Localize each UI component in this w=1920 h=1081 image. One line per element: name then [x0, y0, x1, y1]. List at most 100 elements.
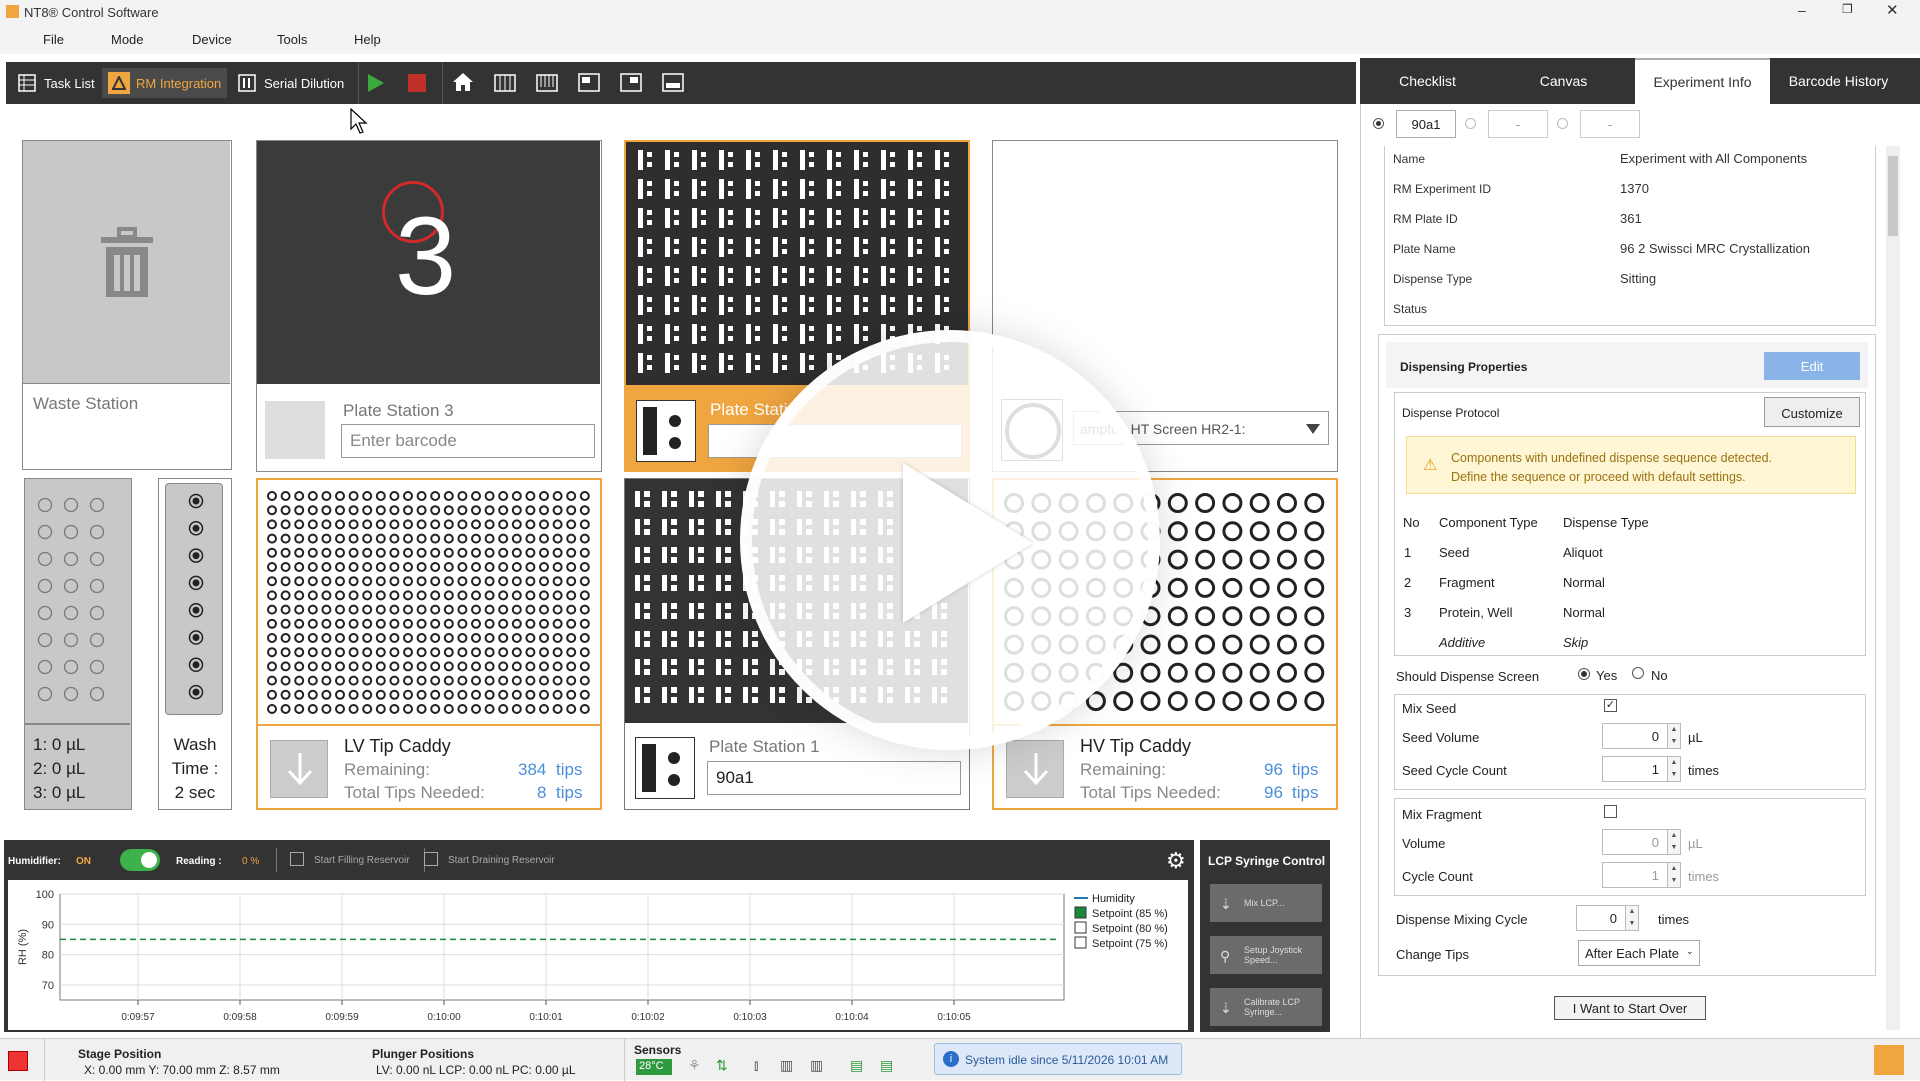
- fragment-volume-input[interactable]: 0: [1602, 829, 1668, 855]
- menu-mode[interactable]: Mode: [111, 32, 144, 47]
- humidifier-toggle[interactable]: [120, 849, 160, 871]
- tab-experiment-info[interactable]: Experiment Info: [1635, 58, 1770, 104]
- lv-tip: [457, 505, 468, 516]
- lv-tip: [430, 604, 441, 615]
- seed-cycle-stepper[interactable]: ▲ ▼: [1667, 756, 1681, 782]
- plate-alt-icon[interactable]: [620, 71, 642, 96]
- serial-dilution-label: Serial Dilution: [264, 75, 345, 91]
- tips-icon[interactable]: [536, 71, 558, 96]
- lv-tip: [430, 547, 441, 558]
- fragment-cycle-stepper[interactable]: ▲ ▼: [1667, 862, 1681, 888]
- mixing-cycle-stepper[interactable]: ▲ ▼: [1625, 905, 1639, 931]
- lv-tip: [335, 689, 345, 700]
- alarm-icon[interactable]: [8, 1051, 28, 1071]
- should-dispense-label: Should Dispense Screen: [1396, 669, 1540, 684]
- well: [716, 575, 721, 591]
- barcode-slot-2[interactable]: -: [1488, 110, 1548, 138]
- menu-help[interactable]: Help: [354, 32, 381, 47]
- start-filling-button[interactable]: Start Filling Reservoir: [314, 855, 410, 866]
- mix-seed-checkbox[interactable]: ✓: [1604, 699, 1617, 712]
- fill-icon[interactable]: [290, 852, 304, 866]
- chevron-down-icon[interactable]: ⌄: [1686, 946, 1694, 957]
- barcode-slot-1[interactable]: 90a1: [1396, 110, 1456, 138]
- serial-dilution-button[interactable]: Serial Dilution: [230, 68, 350, 98]
- barcode-slot-3[interactable]: -: [1580, 110, 1640, 138]
- home-icon[interactable]: [452, 71, 474, 96]
- seed-cycle-input[interactable]: 1: [1602, 756, 1668, 782]
- well: [728, 191, 733, 196]
- fragment-cycle-input[interactable]: 1: [1602, 862, 1668, 888]
- lv-tip-caddy[interactable]: LV Tip Caddy Remaining: 384 tips Total T…: [256, 478, 602, 810]
- well: [881, 295, 886, 315]
- change-tips-select[interactable]: After Each Plate: [1578, 940, 1700, 966]
- gear-icon[interactable]: ⚙: [1166, 848, 1186, 874]
- reagent-rack[interactable]: 1: 0 µL 2: 0 µL 3: 0 µL: [24, 478, 132, 810]
- start-draining-button[interactable]: Start Draining Reservoir: [448, 855, 555, 866]
- scrollbar[interactable]: [1886, 146, 1900, 1030]
- lv-tip: [457, 633, 468, 643]
- scrollbar-thumb[interactable]: [1888, 156, 1898, 236]
- well: [755, 210, 760, 215]
- plate-station-3[interactable]: 3 Plate Station 3 Enter barcode: [256, 140, 602, 472]
- lv-tip: [471, 562, 481, 572]
- lv-tip: [443, 689, 454, 700]
- notification-icon[interactable]: [1874, 1045, 1904, 1075]
- well: [836, 307, 841, 312]
- plate-sensor-icon-2: ▤: [880, 1057, 894, 1073]
- edit-button[interactable]: Edit: [1764, 352, 1860, 380]
- plate-icon[interactable]: [578, 71, 600, 96]
- menu-tools[interactable]: Tools: [277, 32, 307, 47]
- reading-label: Reading :: [176, 856, 222, 867]
- mixing-cycle-input[interactable]: 0: [1576, 905, 1626, 931]
- hv-tip: [1222, 493, 1243, 513]
- barcode-input[interactable]: 90a1: [707, 761, 961, 795]
- play-icon[interactable]: [903, 463, 1033, 623]
- barcode-radio-1[interactable]: [1373, 118, 1384, 129]
- tab-barcode-history[interactable]: Barcode History: [1771, 58, 1906, 104]
- play-icon[interactable]: [366, 72, 386, 97]
- well: [890, 278, 895, 283]
- stop-icon[interactable]: [408, 74, 426, 92]
- tab-checklist[interactable]: Checklist: [1360, 58, 1495, 104]
- well: [854, 179, 859, 199]
- plate-view-icon[interactable]: [662, 71, 684, 96]
- barcode-radio-3[interactable]: [1557, 118, 1568, 129]
- customize-button[interactable]: Customize: [1764, 397, 1860, 427]
- lv-tip: [403, 590, 413, 601]
- seed-volume-stepper[interactable]: ▲ ▼: [1667, 723, 1681, 749]
- barcode-input[interactable]: Enter barcode: [341, 424, 595, 458]
- close-icon[interactable]: ✕: [1886, 1, 1899, 19]
- well: [647, 191, 652, 196]
- radio-no[interactable]: [1632, 667, 1644, 679]
- rm-integration-button[interactable]: RM Integration: [102, 68, 228, 98]
- seed-volume-input[interactable]: 0: [1602, 723, 1668, 749]
- radio-yes[interactable]: [1578, 668, 1590, 680]
- start-over-button[interactable]: I Want to Start Over: [1554, 996, 1706, 1020]
- wash-station[interactable]: Wash Time : 2 sec: [158, 478, 232, 810]
- well: [647, 268, 652, 273]
- rack-icon[interactable]: [494, 71, 516, 96]
- well: [935, 266, 940, 286]
- fragment-volume-stepper[interactable]: ▲ ▼: [1667, 829, 1681, 855]
- tab-canvas[interactable]: Canvas: [1496, 58, 1631, 104]
- vial-well: [37, 605, 53, 621]
- well: [701, 297, 706, 302]
- mix-fragment-checkbox[interactable]: [1604, 805, 1617, 818]
- drain-icon[interactable]: [424, 852, 438, 866]
- lv-tip: [389, 491, 400, 501]
- menu-device[interactable]: Device: [192, 32, 232, 47]
- well: [773, 179, 778, 199]
- lv-tip: [511, 704, 522, 714]
- task-list-button[interactable]: Task List: [10, 68, 101, 98]
- well: [725, 603, 731, 609]
- chevron-down-icon[interactable]: [1305, 422, 1321, 440]
- minimize-icon[interactable]: –: [1798, 2, 1806, 18]
- well: [800, 324, 805, 344]
- maximize-icon[interactable]: ❐: [1842, 2, 1853, 16]
- barcode-radio-2[interactable]: [1465, 118, 1476, 129]
- lv-tip: [280, 647, 291, 658]
- well: [773, 295, 778, 315]
- waste-station[interactable]: Waste Station: [22, 140, 232, 470]
- menu-file[interactable]: File: [43, 32, 64, 47]
- lv-tip: [335, 675, 345, 686]
